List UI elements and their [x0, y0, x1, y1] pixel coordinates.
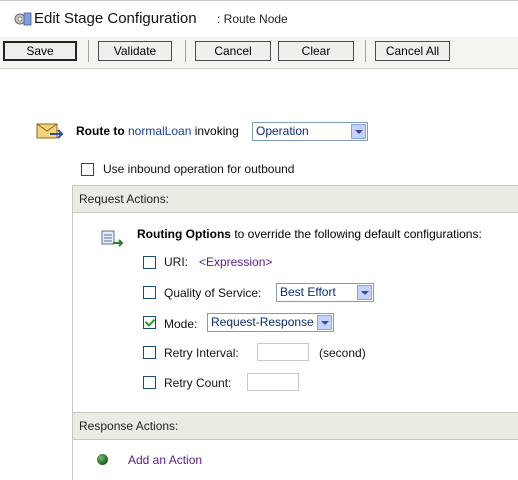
stage-config-icon [14, 12, 32, 26]
routing-options-label: Routing Options [137, 227, 231, 241]
chevron-down-icon[interactable] [351, 124, 366, 139]
route-target-link[interactable]: normalLoan [128, 124, 191, 138]
inbound-operation-label: Use inbound operation for outbound [103, 162, 295, 176]
retry-count-input[interactable] [247, 373, 299, 391]
page-title: Edit Stage Configuration [34, 10, 197, 27]
routing-options-text: Routing Options to override the followin… [137, 227, 482, 241]
routing-options-icon [101, 230, 124, 247]
page-subtitle: : Route Node [217, 12, 288, 26]
qos-select[interactable]: Best Effort [276, 283, 374, 302]
title-bar: Edit Stage Configuration : Route Node [0, 0, 518, 37]
routing-options-description: to override the following default config… [230, 227, 482, 241]
toolbar-separator [185, 40, 186, 62]
save-button[interactable]: Save [3, 41, 77, 61]
clear-button[interactable]: Clear [278, 41, 354, 61]
retry-count-checkbox[interactable] [143, 376, 156, 389]
mode-checkbox[interactable] [143, 316, 156, 329]
mode-select-value: Request-Response [211, 315, 314, 329]
operation-select-value: Operation [256, 124, 309, 138]
inbound-operation-checkbox[interactable] [81, 163, 94, 176]
cancel-all-button[interactable]: Cancel All [375, 41, 450, 61]
qos-label: Quality of Service: [164, 286, 262, 300]
retry-interval-label: Retry Interval: [164, 346, 239, 360]
invoking-label: invoking [194, 124, 239, 138]
validate-button[interactable]: Validate [98, 41, 172, 61]
qos-select-value: Best Effort [280, 285, 336, 299]
toolbar-separator [365, 40, 366, 62]
mode-label: Mode: [164, 317, 198, 331]
route-line: Route to normalLoan invoking [76, 124, 239, 138]
route-to-label: Route to [76, 124, 125, 138]
chevron-down-icon[interactable] [357, 285, 372, 300]
retry-interval-input[interactable] [257, 343, 309, 361]
qos-checkbox[interactable] [143, 286, 156, 299]
retry-interval-unit: (second) [319, 346, 366, 360]
uri-checkbox[interactable] [143, 256, 156, 269]
add-action-link[interactable]: Add an Action [128, 453, 202, 467]
cancel-button[interactable]: Cancel [195, 41, 271, 61]
toolbar-separator [88, 40, 89, 62]
uri-label: URI: [164, 255, 188, 269]
operation-select[interactable]: Operation [252, 122, 368, 141]
request-actions-header: Request Actions: [72, 185, 518, 213]
uri-expression-link[interactable]: <Expression> [199, 255, 272, 269]
response-actions-header: Response Actions: [72, 412, 518, 440]
add-action-icon [97, 454, 108, 465]
toolbar: Save Validate Cancel Clear Cancel All [0, 37, 518, 69]
mode-select[interactable]: Request-Response [207, 313, 334, 332]
route-node-icon [36, 123, 64, 139]
retry-count-label: Retry Count: [164, 376, 232, 390]
chevron-down-icon[interactable] [317, 315, 332, 330]
retry-interval-checkbox[interactable] [143, 346, 156, 359]
